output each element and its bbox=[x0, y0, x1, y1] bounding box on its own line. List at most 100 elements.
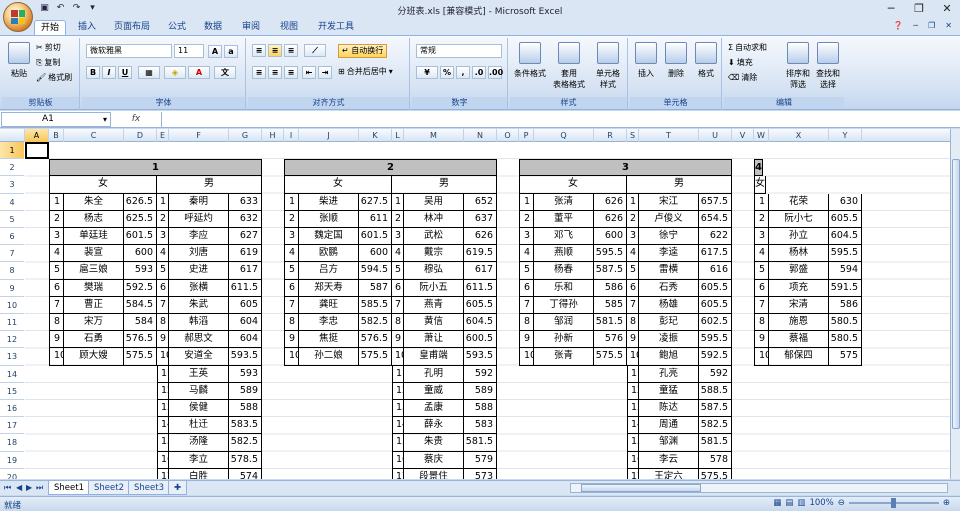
insert-cells-button[interactable]: 插入 bbox=[632, 42, 660, 79]
female-row-name[interactable]: 董平 bbox=[534, 210, 594, 228]
column-header-n[interactable]: N bbox=[464, 129, 497, 142]
male-row-name[interactable]: 安道全 bbox=[169, 348, 229, 366]
column-header-f[interactable]: F bbox=[169, 129, 229, 142]
female-row-name[interactable]: 朱全 bbox=[64, 193, 124, 211]
female-row-name[interactable]: 焦挺 bbox=[299, 331, 359, 349]
male-row-index[interactable]: 12 bbox=[627, 382, 639, 400]
column-header-i[interactable]: I bbox=[284, 129, 299, 142]
class-4-header[interactable]: 4 bbox=[754, 159, 763, 177]
row-header-8[interactable]: 8 bbox=[0, 262, 24, 280]
female-row-score[interactable]: 586 bbox=[829, 296, 862, 314]
male-row-score[interactable]: 582.5 bbox=[229, 434, 262, 452]
female-row-name[interactable]: 樊瑞 bbox=[64, 279, 124, 297]
female-row-index[interactable]: 5 bbox=[519, 262, 534, 280]
male-row-index[interactable]: 17 bbox=[627, 468, 639, 479]
male-row-name[interactable]: 李应 bbox=[169, 228, 229, 246]
insert-sheet-icon[interactable]: ✚ bbox=[168, 481, 188, 495]
column-header-w[interactable]: W bbox=[754, 129, 769, 142]
male-row-name[interactable]: 呼延灼 bbox=[169, 210, 229, 228]
female-row-name[interactable]: 魏定国 bbox=[299, 228, 359, 246]
row-header-12[interactable]: 12 bbox=[0, 331, 24, 349]
active-cell-a1[interactable] bbox=[25, 142, 49, 159]
female-row-name[interactable]: 郭盛 bbox=[769, 262, 829, 280]
female-row-score[interactable]: 580.5 bbox=[829, 314, 862, 332]
sheet-tab-sheet2[interactable]: Sheet2 bbox=[88, 481, 130, 495]
doc-minimize-icon[interactable]: ─ bbox=[913, 21, 918, 30]
page-break-view-icon[interactable]: ▥ bbox=[797, 498, 805, 508]
horizontal-scrollbar[interactable] bbox=[570, 483, 948, 493]
male-row-name[interactable]: 雷横 bbox=[639, 262, 699, 280]
male-row-name[interactable]: 朱武 bbox=[169, 296, 229, 314]
male-row-score[interactable]: 579 bbox=[464, 451, 497, 469]
autosum-button[interactable]: Σ 自动求和 bbox=[728, 42, 767, 53]
male-row-name[interactable]: 周通 bbox=[639, 417, 699, 435]
row-header-16[interactable]: 16 bbox=[0, 400, 24, 418]
male-row-name[interactable]: 杨雄 bbox=[639, 296, 699, 314]
female-row-score[interactable]: 595.5 bbox=[594, 245, 627, 263]
male-row-name[interactable]: 李立 bbox=[169, 451, 229, 469]
male-row-index[interactable]: 8 bbox=[392, 314, 404, 332]
office-button[interactable] bbox=[3, 2, 33, 32]
male-row-name[interactable]: 孟康 bbox=[404, 400, 464, 418]
column-header-b[interactable]: B bbox=[49, 129, 64, 142]
fx-icon[interactable]: fx bbox=[111, 114, 161, 124]
female-row-name[interactable]: 孙新 bbox=[534, 331, 594, 349]
sheet-tab-sheet1[interactable]: Sheet1 bbox=[48, 481, 90, 495]
female-row-name[interactable]: 李忠 bbox=[299, 314, 359, 332]
female-row-score[interactable]: 584.5 bbox=[124, 296, 157, 314]
row-header-5[interactable]: 5 bbox=[0, 211, 24, 228]
row-header-9[interactable]: 9 bbox=[0, 280, 24, 297]
page-layout-view-icon[interactable]: ▤ bbox=[785, 498, 793, 508]
wrap-text-button[interactable]: ↵ 自动换行 bbox=[338, 44, 388, 58]
male-row-score[interactable]: 578.5 bbox=[229, 451, 262, 469]
male-row-score[interactable]: 583.5 bbox=[229, 417, 262, 435]
male-row-index[interactable]: 6 bbox=[157, 279, 169, 297]
male-row-index[interactable]: 9 bbox=[392, 331, 404, 349]
female-row-name[interactable]: 杨春 bbox=[534, 262, 594, 280]
male-row-index[interactable]: 13 bbox=[392, 400, 404, 418]
male-row-score[interactable]: 622 bbox=[699, 228, 732, 246]
female-row-name[interactable]: 曹正 bbox=[64, 296, 124, 314]
female-row-name[interactable]: 扈三娘 bbox=[64, 262, 124, 280]
male-row-score[interactable]: 627 bbox=[229, 228, 262, 246]
female-row-name[interactable]: 燕顺 bbox=[534, 245, 594, 263]
female-row-index[interactable]: 6 bbox=[284, 279, 299, 297]
male-row-name[interactable]: 鲍旭 bbox=[639, 348, 699, 366]
conditional-format-button[interactable]: 条件格式 bbox=[512, 42, 548, 79]
female-row-score[interactable]: 626 bbox=[594, 193, 627, 211]
male-row-name[interactable]: 石秀 bbox=[639, 279, 699, 297]
female-row-score[interactable]: 580.5 bbox=[829, 331, 862, 349]
column-header-c[interactable]: C bbox=[64, 129, 124, 142]
vertical-scroll-thumb[interactable] bbox=[952, 159, 960, 429]
female-row-score[interactable]: 604.5 bbox=[829, 228, 862, 246]
female-row-score[interactable]: 593 bbox=[124, 262, 157, 280]
decrease-indent-icon[interactable]: ⇤ bbox=[302, 66, 316, 79]
female-row-score[interactable]: 601.5 bbox=[359, 228, 392, 246]
female-row-index[interactable]: 9 bbox=[49, 331, 64, 349]
class-3-female-label[interactable]: 女 bbox=[519, 176, 627, 194]
female-row-name[interactable]: 邓飞 bbox=[534, 228, 594, 246]
male-row-index[interactable]: 3 bbox=[392, 228, 404, 246]
zoom-slider[interactable] bbox=[848, 498, 939, 508]
class-1-male-label[interactable]: 男 bbox=[157, 176, 262, 194]
female-row-index[interactable]: 8 bbox=[49, 314, 64, 332]
female-row-name[interactable]: 张青 bbox=[534, 348, 594, 366]
male-row-name[interactable]: 郝思文 bbox=[169, 331, 229, 349]
male-row-score[interactable]: 611.5 bbox=[464, 279, 497, 297]
decrease-decimal-icon[interactable]: .00 bbox=[488, 66, 503, 79]
align-right-icon[interactable]: ≡ bbox=[284, 66, 298, 79]
female-row-score[interactable]: 626.5 bbox=[124, 193, 157, 211]
female-row-score[interactable]: 600 bbox=[359, 245, 392, 263]
class-2-header[interactable]: 2 bbox=[284, 159, 497, 177]
female-row-name[interactable]: 阮小七 bbox=[769, 210, 829, 228]
next-sheet-icon[interactable]: ▶ bbox=[26, 483, 32, 492]
male-row-score[interactable]: 605.5 bbox=[464, 296, 497, 314]
female-row-index[interactable]: 9 bbox=[519, 331, 534, 349]
tab-data[interactable]: 数据 bbox=[198, 20, 228, 35]
column-header-r[interactable]: R bbox=[594, 129, 627, 142]
female-row-score[interactable]: 585.5 bbox=[359, 296, 392, 314]
male-row-name[interactable]: 史进 bbox=[169, 262, 229, 280]
female-row-score[interactable]: 594.5 bbox=[359, 262, 392, 280]
female-row-index[interactable]: 10 bbox=[519, 348, 534, 366]
female-row-name[interactable]: 乐和 bbox=[534, 279, 594, 297]
